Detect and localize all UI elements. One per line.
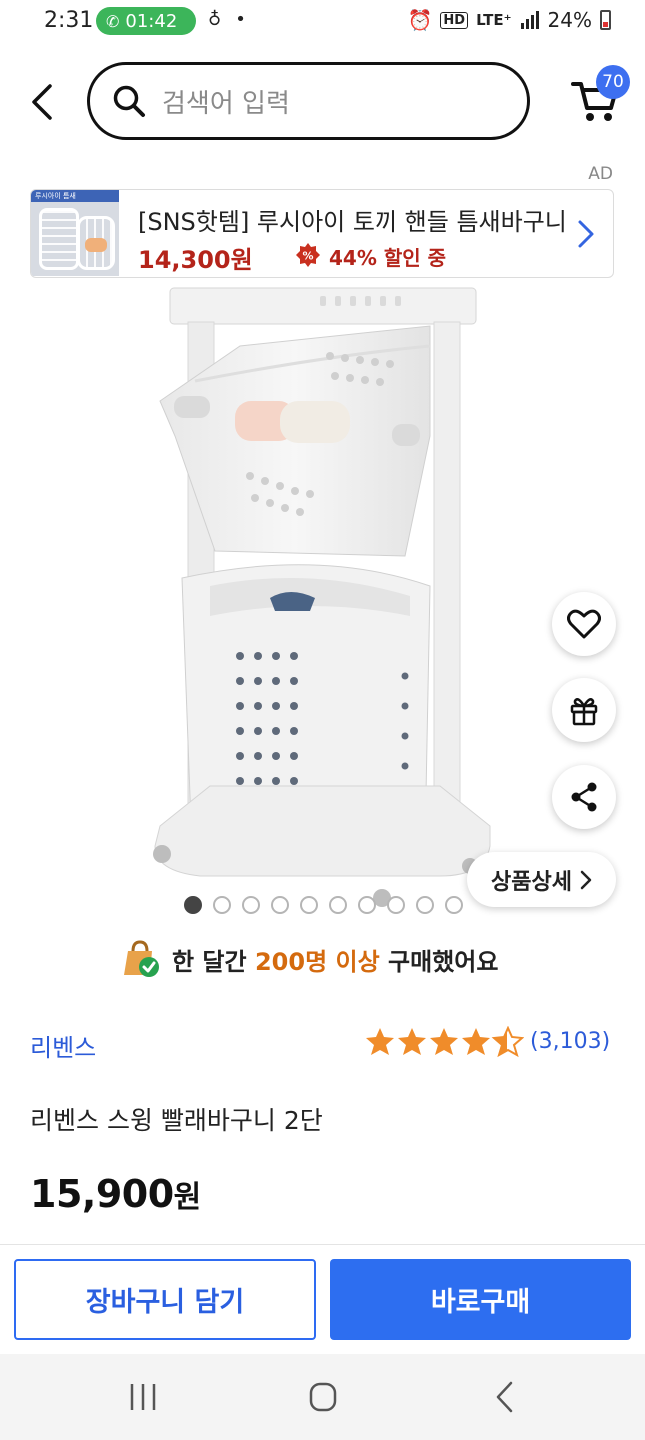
system-navigation-bar: [0, 1354, 645, 1440]
purchase-count-highlight: 200명 이상: [254, 947, 380, 976]
more-notifications-icon: •: [235, 9, 246, 30]
gift-icon: [570, 698, 598, 726]
carousel-dot[interactable]: [184, 896, 202, 914]
purchase-count-banner: 한 달간 200명 이상 구매했어요: [120, 934, 498, 984]
share-icon: [571, 782, 597, 812]
hd-voice-icon: HD: [440, 11, 469, 29]
discount-badge-icon: %: [296, 243, 320, 267]
product-detail-button[interactable]: 상품상세: [467, 852, 616, 907]
carousel-dot[interactable]: [300, 896, 318, 914]
heart-icon: [567, 609, 601, 639]
brand-link[interactable]: 리벤스: [30, 1028, 96, 1063]
purchase-count-prefix: 한 달간: [172, 947, 247, 976]
home-icon[interactable]: [303, 1379, 343, 1415]
ad-thumbnail-towel: [85, 238, 107, 252]
carousel-dot[interactable]: [387, 896, 405, 914]
system-indicators: ⏰ HD LTE⁺ 24%: [407, 8, 611, 32]
status-bar: 2:31 ✆ 01:42 ♁ • ⏰ HD LTE⁺ 24%: [0, 0, 645, 44]
share-button[interactable]: [552, 765, 616, 829]
product-detail-label: 상품상세: [491, 869, 572, 895]
buy-now-button[interactable]: 바로구매: [330, 1259, 631, 1340]
lte-icon: LTE⁺: [476, 11, 512, 29]
carousel-dot[interactable]: [416, 896, 434, 914]
signal-icon: [520, 11, 539, 29]
carousel-dot[interactable]: [213, 896, 231, 914]
product-name: 리벤스 스윙 빨래바구니 2단: [30, 1106, 323, 1135]
price-unit: 원: [173, 1180, 202, 1215]
carousel-indicator[interactable]: [184, 896, 463, 914]
back-nav-icon[interactable]: [485, 1379, 525, 1415]
rating-stars[interactable]: [364, 1026, 524, 1058]
ad-thumbnail-hamper: [39, 208, 79, 270]
carousel-dot[interactable]: [358, 896, 376, 914]
svg-text:%: %: [302, 250, 313, 263]
carousel-dot[interactable]: [329, 896, 347, 914]
ad-thumbnail: 루시아이 틈새: [31, 190, 119, 276]
product-price: 15,900원: [30, 1172, 201, 1216]
phone-icon: ✆: [106, 11, 120, 31]
ad-thumbnail-band: 루시아이 틈새: [31, 190, 119, 202]
ad-label: AD: [588, 164, 613, 184]
ad-banner[interactable]: 루시아이 틈새 [SNS핫템] 루시아이 토끼 핸들 틈새바구니 14,300원…: [30, 189, 614, 278]
cart-count-badge: 70: [596, 65, 630, 99]
carousel-dot[interactable]: [445, 896, 463, 914]
back-icon: [32, 84, 52, 120]
chevron-right-icon: [578, 220, 594, 248]
status-time: 2:31: [44, 8, 94, 33]
search-icon: [113, 85, 145, 117]
carousel-dot[interactable]: [242, 896, 260, 914]
alarm-icon: ⏰: [407, 8, 433, 32]
review-count[interactable]: (3,103): [530, 1029, 610, 1054]
call-timer: 01:42: [125, 10, 178, 32]
back-button[interactable]: [26, 80, 62, 124]
search-input[interactable]: 검색어 입력: [87, 62, 530, 140]
gift-button[interactable]: [552, 678, 616, 742]
chevron-right-icon: [580, 870, 592, 889]
price-number: 15,900: [30, 1172, 174, 1216]
star-rating-icon: [366, 1026, 524, 1058]
ongoing-call-pill[interactable]: ✆ 01:42: [96, 7, 196, 35]
divider: [0, 1244, 645, 1245]
carousel-dot[interactable]: [271, 896, 289, 914]
ad-title: [SNS핫템] 루시아이 토끼 핸들 틈새바구니: [138, 208, 567, 236]
wishlist-button[interactable]: [552, 592, 616, 656]
search-placeholder: 검색어 입력: [162, 88, 290, 119]
battery-percent: 24%: [547, 8, 592, 32]
ad-discount: 44% 할인 중: [329, 246, 446, 270]
add-to-cart-button[interactable]: 장바구니 담기: [14, 1259, 316, 1340]
product-image[interactable]: [140, 286, 510, 918]
purchase-count-suffix: 구매했어요: [388, 947, 499, 976]
purchase-count-text: 한 달간 200명 이상 구매했어요: [172, 942, 498, 977]
recent-apps-icon[interactable]: [123, 1379, 163, 1415]
notification-icons: ♁ •: [208, 9, 246, 30]
shopping-bag-check-icon: [124, 940, 159, 977]
battery-icon: [600, 10, 611, 30]
notification-app-icon: ♁: [208, 9, 222, 30]
ad-price: 14,300원: [138, 246, 253, 274]
